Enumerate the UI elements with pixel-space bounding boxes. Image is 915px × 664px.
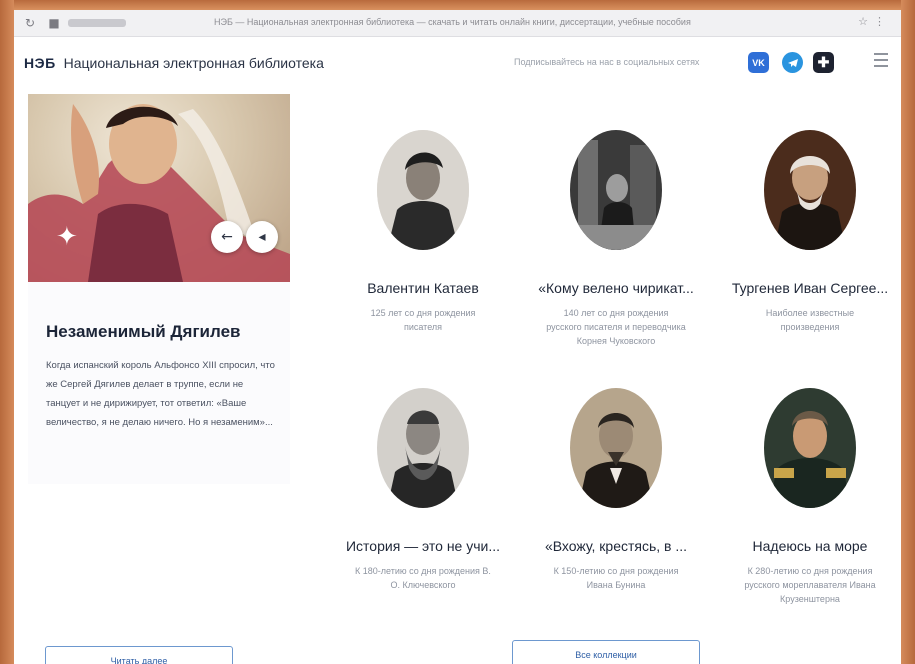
card-subtitle: 125 лет со дня рождения писателя xyxy=(370,308,476,332)
photo-frame-top xyxy=(0,0,915,10)
site-header: НЭБ Национальная электронная библиотека … xyxy=(14,37,901,89)
collection-card[interactable]: Валентин Катаев 125 лет со дня рождения … xyxy=(333,130,513,334)
card-subtitle: К 150-летию со дня рождения Ивана Бунина xyxy=(553,566,679,590)
collection-card[interactable]: Тургенев Иван Сергее... Наиболее известн… xyxy=(720,130,900,334)
site-name[interactable]: Национальная электронная библиотека xyxy=(64,55,324,71)
feature-card[interactable]: ✦ ← ◂ Незаменимый Дягилев Когда испански… xyxy=(28,94,290,484)
subscribe-text: Подписывайтесь на нас в социальных сетях xyxy=(514,57,700,67)
feature-image: ✦ ← ◂ xyxy=(28,94,290,282)
sparkle-icon: ✦ xyxy=(56,222,78,252)
read-more-button[interactable]: Читать далее xyxy=(45,646,233,664)
card-subtitle: К 280-летию со дня рождения русского мор… xyxy=(744,566,876,604)
card-title[interactable]: «Вхожу, крестясь, в ... xyxy=(526,538,706,554)
site-logo[interactable]: НЭБ xyxy=(24,55,56,71)
portrait-image xyxy=(764,388,856,508)
tab-title: НЭБ — Национальная электронная библиотек… xyxy=(214,17,691,27)
lock-icon: ■ xyxy=(48,16,60,30)
collection-card[interactable]: Надеюсь на море К 280-летию со дня рожде… xyxy=(720,388,900,606)
ok-icon[interactable]: ✚ xyxy=(813,52,834,73)
photo-frame-left xyxy=(0,0,14,664)
collection-card[interactable]: История — это не учи... К 180-летию со д… xyxy=(333,388,513,592)
card-subtitle: К 180-летию со дня рождения В. О. Ключев… xyxy=(355,566,491,590)
photo-frame-right xyxy=(901,0,915,664)
browser-actions-icon[interactable]: ☆⋮ xyxy=(858,15,891,28)
menu-icon[interactable] xyxy=(874,53,888,71)
address-domain xyxy=(68,19,126,27)
telegram-icon[interactable] xyxy=(782,52,803,73)
portrait-image xyxy=(377,130,469,250)
card-title[interactable]: История — это не учи... xyxy=(333,538,513,554)
card-title[interactable]: «Кому велено чирикат... xyxy=(526,280,706,296)
carousel-prev-button[interactable]: ← xyxy=(211,221,243,253)
portrait-image xyxy=(570,130,662,250)
card-subtitle: 140 лет со дня рождения русского писател… xyxy=(546,308,686,346)
feature-title[interactable]: Незаменимый Дягилев xyxy=(46,322,240,342)
card-title[interactable]: Валентин Катаев xyxy=(333,280,513,296)
card-title[interactable]: Тургенев Иван Сергее... xyxy=(720,280,900,296)
reload-icon[interactable]: ↻ xyxy=(22,16,38,30)
vk-icon[interactable]: VK xyxy=(748,52,769,73)
address-bar[interactable]: ↻ ■ НЭБ — Национальная электронная библи… xyxy=(14,10,901,37)
card-title[interactable]: Надеюсь на море xyxy=(720,538,900,554)
feature-text: Когда испанский король Альфонсо XIII спр… xyxy=(46,360,275,428)
all-collections-button[interactable]: Все коллекции xyxy=(512,640,700,664)
carousel-next-button[interactable]: ◂ xyxy=(246,221,278,253)
card-subtitle: Наиболее известные произведения xyxy=(765,308,855,332)
portrait-image xyxy=(377,388,469,508)
collection-card[interactable]: «Вхожу, крестясь, в ... К 150-летию со д… xyxy=(526,388,706,592)
portrait-image xyxy=(570,388,662,508)
browser-window: ↻ ■ НЭБ — Национальная электронная библи… xyxy=(14,10,901,664)
portrait-image xyxy=(764,130,856,250)
collection-card[interactable]: «Кому велено чирикат... 140 лет со дня р… xyxy=(526,130,706,348)
